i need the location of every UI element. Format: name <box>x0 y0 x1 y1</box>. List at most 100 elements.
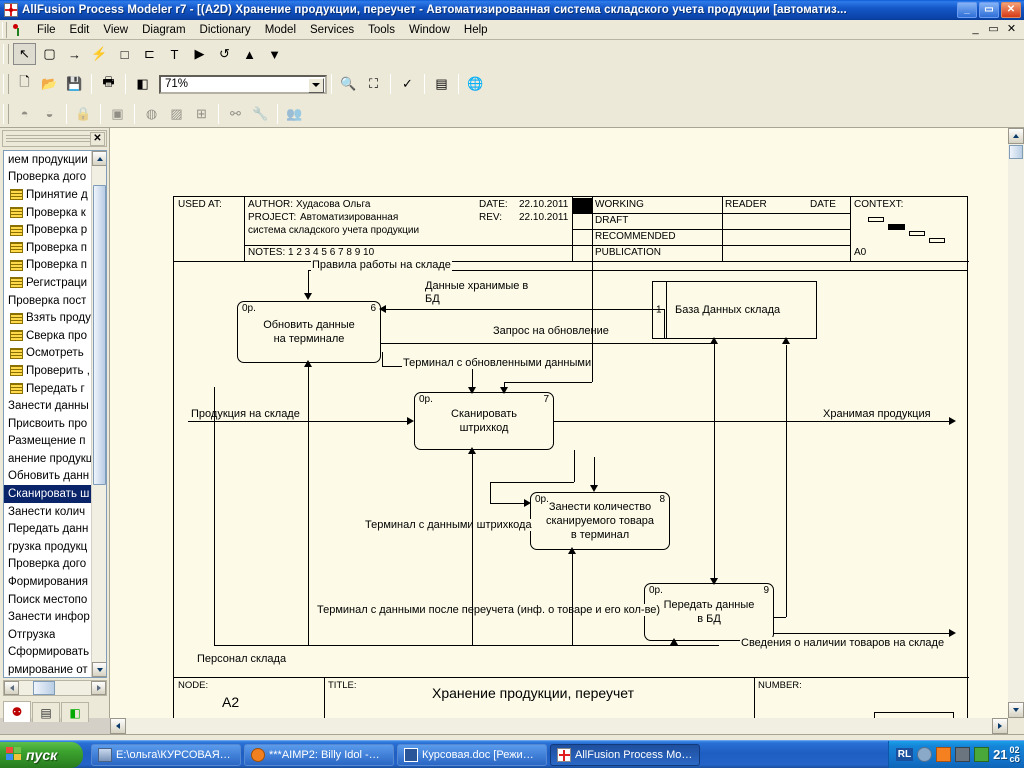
tree-vertical-scrollbar[interactable] <box>91 151 106 677</box>
open-icon[interactable]: 📂 <box>38 73 61 95</box>
scroll-right-button[interactable] <box>91 681 106 695</box>
tree-item-label: Регистраци <box>26 277 87 289</box>
diagram-canvas[interactable]: USED AT: AUTHOR: Худасова Ольга PROJECT:… <box>110 128 1024 734</box>
scroll-thumb[interactable] <box>1009 145 1023 159</box>
scroll-left-button[interactable] <box>4 681 19 695</box>
zoom-in-icon[interactable]: 🔍 <box>337 73 360 95</box>
globe-icon[interactable]: 🌐 <box>464 73 487 95</box>
print-icon[interactable]: 🖶 <box>97 73 120 95</box>
scroll-right-button[interactable] <box>992 718 1008 734</box>
toolbar-grip[interactable] <box>3 74 9 94</box>
toolbar-grip[interactable] <box>3 44 9 64</box>
taskbar-item-aimp[interactable]: ***AIMP2: Billy Idol -… <box>244 744 394 766</box>
scroll-up-button[interactable] <box>92 151 107 166</box>
process-box-7[interactable]: 0р. 7 Сканировать штрихкод <box>414 392 554 450</box>
menu-item-view[interactable]: View <box>96 22 135 38</box>
arrow-tool-icon[interactable]: → <box>63 43 86 65</box>
tab-activities[interactable]: ⚉ <box>3 701 31 722</box>
menu-item-diagram[interactable]: Diagram <box>135 22 192 38</box>
scroll-up-button[interactable] <box>1008 128 1024 144</box>
scroll-thumb-horizontal[interactable] <box>33 681 55 695</box>
text-tool-icon[interactable]: T <box>163 43 186 65</box>
scroll-left-button[interactable] <box>110 718 126 734</box>
panel-titlebar[interactable]: ✕ <box>2 130 107 147</box>
up-triangle-tool-icon[interactable]: ▲ <box>238 43 261 65</box>
scroll-thumb[interactable] <box>93 185 106 485</box>
network-icon[interactable] <box>955 747 970 762</box>
taskbar-item-word[interactable]: Курсовая.doc [Режи… <box>397 744 547 766</box>
new-icon[interactable]: 🗋 <box>13 73 36 95</box>
process-box-9[interactable]: 0р. 9 Передать данные в БД <box>644 583 774 641</box>
squiggle-arrow-tool-icon[interactable]: ⚡ <box>88 43 111 65</box>
media-play-icon[interactable] <box>936 747 951 762</box>
bracket-tool-icon[interactable]: ⊏ <box>138 43 161 65</box>
square-tool-icon[interactable]: □ <box>113 43 136 65</box>
tree-item-label: Проверка п <box>26 242 87 254</box>
color-icon[interactable]: ◧ <box>131 73 154 95</box>
rounded-box-tool-icon[interactable]: ▢ <box>38 43 61 65</box>
mdi-restore-button[interactable]: ▭ <box>985 22 1002 37</box>
mdi-minimize-button[interactable]: _ <box>967 22 984 37</box>
menu-item-services[interactable]: Services <box>303 22 361 38</box>
restore-button[interactable]: ▭ <box>979 2 999 18</box>
minimize-button[interactable]: _ <box>957 2 977 18</box>
close-button[interactable]: ✕ <box>1001 2 1021 18</box>
flow-line <box>774 633 952 634</box>
pointer-tool-icon[interactable]: ↖ <box>13 43 36 65</box>
taskbar-item-explorer[interactable]: E:\ольга\КУРСОВАЯ… <box>91 744 241 766</box>
flow-line <box>382 352 383 366</box>
window-titlebar: AllFusion Process Modeler r7 - [(A2D) Хр… <box>0 0 1024 20</box>
shield-icon[interactable] <box>974 747 989 762</box>
word-icon <box>404 748 418 762</box>
status-working: WORKING <box>595 199 644 212</box>
data-store-1[interactable]: 1 База Данных склада <box>652 281 817 339</box>
arrowhead <box>304 360 312 367</box>
down-triangle-tool-icon[interactable]: ▼ <box>263 43 286 65</box>
start-button[interactable]: пуск <box>0 742 83 768</box>
menu-item-window[interactable]: Window <box>402 22 457 38</box>
menu-grip[interactable] <box>2 22 7 38</box>
canvas-vertical-scrollbar[interactable] <box>1008 128 1024 718</box>
zoom-fit-icon[interactable]: ⛶ <box>362 73 385 95</box>
menu-item-edit[interactable]: Edit <box>63 22 97 38</box>
rotate-tool-icon[interactable]: ↺ <box>213 43 236 65</box>
model-tree[interactable]: ием продукцииПроверка догоПринятие дПров… <box>3 150 107 678</box>
process-box-6[interactable]: 0р. 6 Обновить данные на терминале <box>237 301 381 363</box>
chevron-down-icon[interactable] <box>308 78 324 93</box>
back-icon[interactable] <box>917 747 932 762</box>
process-box-8[interactable]: 0р. 8 Занести количество сканируемого то… <box>530 492 670 550</box>
flow-line <box>490 503 526 504</box>
system-tray: RL 21 02 сб <box>888 741 1024 768</box>
taskbar-item-allfusion[interactable]: AllFusion Process Mo… <box>550 744 700 766</box>
tab-objects[interactable]: ◧ <box>61 702 89 722</box>
menu-item-model[interactable]: Model <box>258 22 303 38</box>
menu-item-dictionary[interactable]: Dictionary <box>193 22 258 38</box>
toolbar-grip[interactable] <box>3 104 9 124</box>
play-tool-icon[interactable]: ▶ <box>188 43 211 65</box>
objects-icon: ◧ <box>69 706 80 720</box>
menu-item-help[interactable]: Help <box>457 22 495 38</box>
spellcheck-icon[interactable]: ✓ <box>396 73 419 95</box>
canvas-horizontal-scrollbar[interactable] <box>110 718 1008 734</box>
process-6-label: Обновить данные на терминале <box>238 318 380 346</box>
clock[interactable]: 21 02 сб <box>993 746 1020 764</box>
panel-grip[interactable] <box>6 135 90 143</box>
scroll-down-button[interactable] <box>92 662 107 677</box>
tree-item-label: Передать г <box>26 383 85 395</box>
tree-item-label: Проверка пост <box>8 295 86 307</box>
model-explorer-icon[interactable]: ▤ <box>430 73 453 95</box>
scroll-down-button[interactable] <box>1008 702 1024 718</box>
menu-item-file[interactable]: File <box>30 22 63 38</box>
toolbar-separator <box>100 104 101 124</box>
language-indicator[interactable]: RL <box>896 748 913 761</box>
save-icon[interactable]: 💾 <box>63 73 86 95</box>
close-icon[interactable]: ✕ <box>90 132 105 146</box>
tab-diagrams[interactable]: ▤ <box>32 702 60 722</box>
menu-item-tools[interactable]: Tools <box>361 22 402 38</box>
diagram-viewport[interactable]: USED AT: AUTHOR: Худасова Ольга PROJECT:… <box>110 128 1008 718</box>
zoom-combobox[interactable]: 71% <box>159 75 327 94</box>
toolbar-separator <box>66 104 67 124</box>
tree-horizontal-scrollbar[interactable] <box>3 680 107 696</box>
mdi-close-button[interactable]: ✕ <box>1003 22 1020 37</box>
arrowhead <box>468 387 476 394</box>
